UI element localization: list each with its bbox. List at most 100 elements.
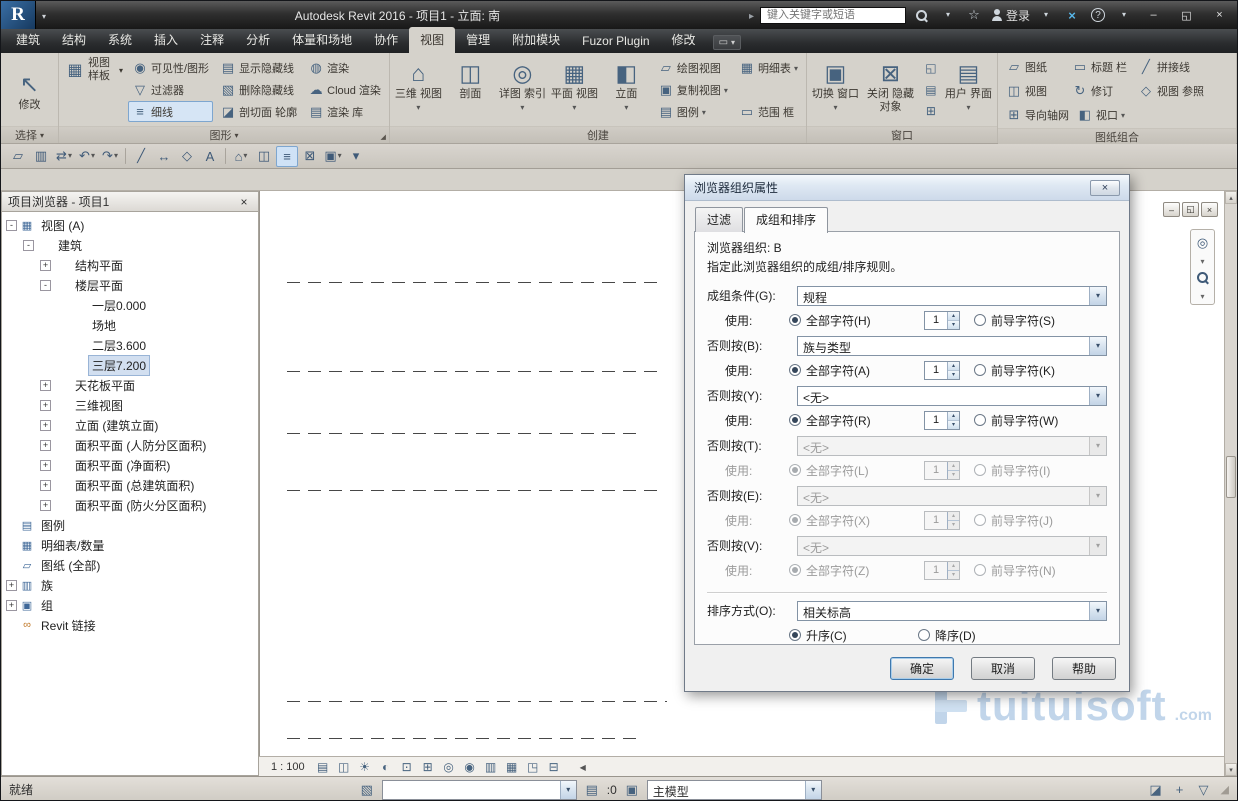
sync-button[interactable]: ⇄ [53,146,75,167]
visual-style-icon[interactable]: ◫ [335,759,353,775]
show-crop-region-icon[interactable]: ⊞ [419,759,437,775]
cloud-render-button[interactable]: Cloud 渲染 [304,79,385,100]
tag-by-category-button[interactable]: ◇ [176,146,198,167]
matchline-button[interactable]: 拼接线 [1134,56,1200,77]
zoom-caret-icon[interactable] [1200,288,1204,302]
ribbon-tab[interactable]: 附加模块 [501,27,571,53]
temporary-view-properties-icon[interactable]: ▦ [503,759,521,775]
visibility-graphics-button[interactable]: 可见性/图形 [128,57,213,78]
close-hidden-button[interactable]: 关闭 隐藏对象 [863,56,918,123]
switch-windows-button[interactable]: 切换 窗口 [811,56,860,123]
zoom-button[interactable] [1193,268,1212,287]
help-caret-icon[interactable] [1114,5,1134,25]
user-interface-button[interactable]: 用户 界面 [944,56,993,123]
ribbon-tab[interactable]: 协作 [363,27,409,53]
app-menu-caret-icon[interactable] [42,8,46,22]
restore-button[interactable] [1173,5,1200,25]
cascade-windows-button[interactable] [921,80,941,100]
save-button[interactable]: ▥ [30,146,52,167]
tree-expander-icon[interactable]: + [40,440,51,451]
tree-item[interactable]: - 楼层平面 [2,275,258,295]
view-button[interactable]: 视图 [1002,80,1068,101]
all-characters-radio[interactable] [789,514,801,526]
guide-grid-button[interactable]: 导向轴网 [1002,104,1073,125]
ribbon-tab[interactable]: 管理 [455,27,501,53]
view-templates-button[interactable]: 视图样板 [63,57,125,82]
panel-label-windows[interactable]: 窗口 [807,126,997,143]
tree-item[interactable]: 场地 [2,315,258,335]
selection-filter-icon[interactable] [1195,781,1213,799]
plan-views-button[interactable]: 平面 视图 [550,56,599,123]
leading-characters-radio[interactable] [974,514,986,526]
press-drag-icon[interactable] [1171,781,1189,799]
undo-button[interactable]: ↶ [76,146,98,167]
text-button[interactable]: A [199,146,221,167]
tree-expander-icon[interactable]: - [6,220,17,231]
tree-item[interactable]: + 面积平面 (人防分区面积) [2,435,258,455]
panel-label-create[interactable]: 创建 [390,126,806,143]
leading-characters-spinner[interactable]: 1 [924,511,960,530]
tree-expander-icon[interactable]: - [40,280,51,291]
tree-item[interactable]: + 面积平面 (总建筑面积) [2,475,258,495]
duplicate-view-button[interactable]: 复制视图 [654,79,732,100]
view-close-button[interactable] [1201,202,1218,217]
help-icon[interactable] [1088,5,1108,25]
group-by-select[interactable]: 规程 [797,286,1107,306]
group-by-select[interactable]: 族与类型 [797,336,1107,356]
tree-expander-icon[interactable]: + [40,460,51,471]
resize-grip-icon[interactable] [1221,783,1229,796]
cancel-button[interactable]: 取消 [971,657,1035,680]
ascending-radio[interactable] [789,629,801,641]
elevation-button[interactable]: 立面 [602,56,651,123]
tree-item[interactable]: + 结构平面 [2,255,258,275]
tree-expander-icon[interactable]: + [40,260,51,271]
leading-characters-radio[interactable] [974,364,986,376]
sheet-button[interactable]: 图纸 [1002,56,1068,77]
dialog-close-button[interactable] [1090,180,1120,196]
leading-characters-spinner[interactable]: 1 [924,311,960,330]
callout-button[interactable]: 详图 索引 [498,56,547,123]
viewport-button[interactable]: 视口 [1073,104,1139,125]
dialog-launcher-icon[interactable] [381,133,386,141]
leading-characters-spinner[interactable]: 1 [924,461,960,480]
tree-item[interactable]: + 面积平面 (净面积) [2,455,258,475]
tree-item[interactable]: ∞ Revit 链接 [2,615,258,635]
leading-characters-radio[interactable] [974,314,986,326]
section-button[interactable]: 剖面 [446,56,495,123]
sort-by-select[interactable]: 相关标高 [797,601,1107,621]
tree-expander-icon[interactable]: + [40,420,51,431]
revisions-button[interactable]: 修订 [1068,80,1134,101]
ribbon-tab[interactable]: 结构 [51,27,97,53]
open-button[interactable]: ▱ [7,146,29,167]
tree-item[interactable]: 三层7.200 [2,355,258,375]
separator[interactable] [125,148,126,164]
replicate-window-button[interactable] [921,58,941,78]
panel-label-sheet-composition[interactable]: 图纸组合 [998,128,1236,145]
dialog-title-bar[interactable]: 浏览器组织属性 [685,175,1129,201]
tree-item[interactable]: + 面积平面 (防火分区面积) [2,495,258,515]
redo-button[interactable]: ↷ [99,146,121,167]
tile-windows-button[interactable] [921,101,941,121]
leading-characters-radio[interactable] [974,564,986,576]
separator[interactable] [225,148,226,164]
3d-view-button[interactable]: 三维 视图 [394,56,443,123]
sun-path-icon[interactable]: ☀ [356,759,374,775]
filters-button[interactable]: 过滤器 [128,79,213,100]
steering-wheel-button[interactable] [1193,233,1212,252]
ribbon-tab[interactable]: 视图 [409,27,455,53]
all-characters-radio[interactable] [789,464,801,476]
modify-button[interactable]: 修改 [5,67,54,112]
project-browser-header[interactable]: 项目浏览器 - 项目1 [1,191,259,212]
tree-item[interactable]: + 三维视图 [2,395,258,415]
scope-box-button[interactable]: 范围 框 [735,101,802,122]
favorites-icon[interactable] [964,5,984,25]
ribbon-tab[interactable]: Fuzor Plugin [571,30,660,53]
descending-radio[interactable] [918,629,930,641]
measure-button[interactable]: ╱ [130,146,152,167]
reveal-hidden-elements-icon[interactable]: ◉ [461,759,479,775]
temporary-hide-isolate-icon[interactable]: ◎ [440,759,458,775]
worksharing-display-icon[interactable]: ▥ [482,759,500,775]
aligned-dimension-button[interactable]: ↔ [153,146,175,167]
dialog-tab[interactable]: 过滤 [695,207,743,232]
legends-button[interactable]: 图例 [654,101,732,122]
